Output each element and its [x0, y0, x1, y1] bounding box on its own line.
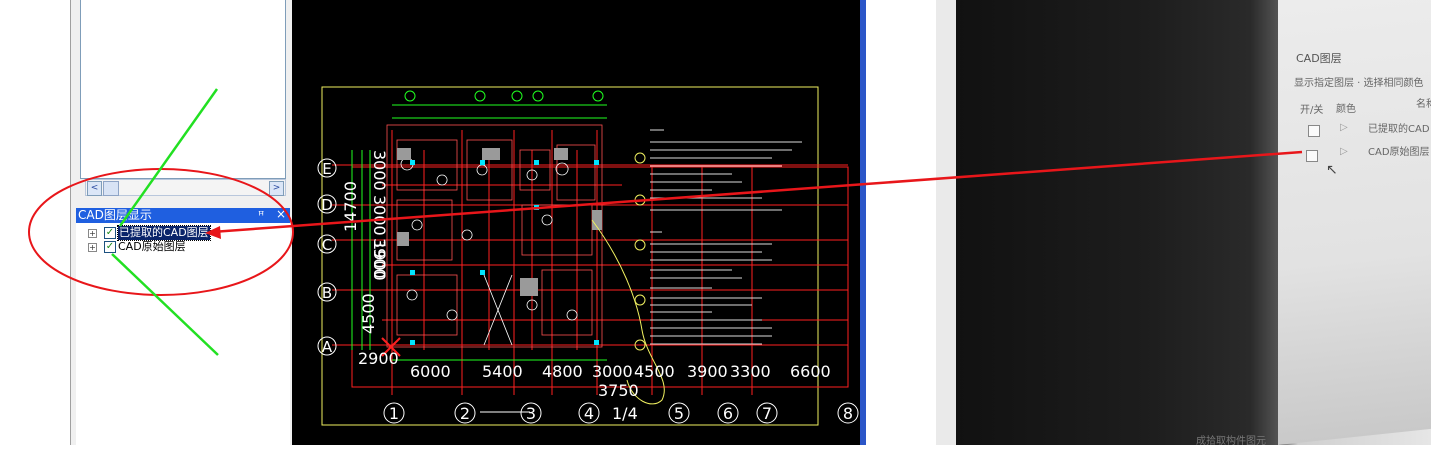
top-axis-bubbles [404, 90, 604, 102]
mouse-cursor-icon: ↖ [1326, 162, 1338, 178]
col-number: 6 [723, 404, 733, 423]
dim-text: 14700 [341, 181, 360, 232]
photo-arrow-icon: ▷ [1340, 122, 1348, 133]
cad-drawing: E D C B A 1 2 3 4 5 6 7 8 6000 5400 4800 [317, 86, 859, 426]
row-label: D [321, 196, 333, 214]
dim-text: 3900 [687, 362, 728, 381]
upper-list-box[interactable] [80, 0, 286, 179]
blank-strip [936, 0, 956, 445]
col-number: 7 [762, 404, 772, 423]
horizontal-scrollbar[interactable]: < > [85, 179, 286, 196]
dim-text: 1/4 [612, 404, 638, 423]
col-number: 3 [526, 404, 536, 423]
dim-text: 4800 [542, 362, 583, 381]
columns [397, 148, 602, 296]
col-number: 5 [674, 404, 684, 423]
photo-bottom-text: 成拾取构件图元 [1196, 436, 1266, 445]
col-number: 4 [584, 404, 594, 423]
dim-text: 2900 [358, 349, 399, 368]
photo-arrow-icon: ▷ [1340, 146, 1348, 157]
dim-text: 4500 [634, 362, 675, 381]
cyan-points [410, 160, 599, 345]
cad-viewport[interactable]: E D C B A 1 2 3 4 5 6 7 8 6000 5400 4800 [292, 0, 860, 445]
photo-checkbox [1306, 150, 1318, 162]
dim-text: 3300 [730, 362, 771, 381]
layer-checkbox-original[interactable]: ✓ [104, 241, 116, 253]
dim-text: 3000 [370, 195, 389, 236]
row-label: A [322, 338, 333, 356]
expand-icon[interactable]: + [88, 243, 97, 252]
photo-filter-text: 显示指定图层 · 选择相同颜色 [1294, 78, 1424, 89]
dim-text: 5400 [482, 362, 523, 381]
dim-text: 3000 [370, 150, 389, 191]
row-label: C [322, 236, 332, 254]
blank-area [866, 0, 936, 445]
pin-icon[interactable]: ꟸ [258, 208, 264, 223]
stair-cross [483, 274, 513, 346]
photo-col-toggle: 开/关 [1300, 105, 1324, 116]
photo-screen [1278, 0, 1431, 445]
photo-row: 已提取的CAD [1368, 124, 1430, 135]
photo-panel-title: CAD图层 [1296, 52, 1342, 65]
dim-text: 4500 [359, 293, 378, 334]
scroll-right-button[interactable]: > [269, 181, 284, 196]
monitor-photo: CAD图层 显示指定图层 · 选择相同颜色 开/关 颜色 名称 ▷ 已提取的CA… [956, 0, 1431, 445]
scroll-thumb[interactable] [103, 181, 119, 196]
layer-panel-title: CAD图层显示 [78, 208, 152, 222]
dim-text: 6600 [790, 362, 831, 381]
col-number: 2 [460, 404, 470, 423]
photo-checkbox [1308, 125, 1320, 137]
photo-col-name: 名称 [1416, 99, 1431, 110]
row-label: B [322, 284, 332, 302]
col-number: 8 [843, 404, 853, 423]
photo-row: CAD原始图层 [1368, 147, 1430, 158]
layer-item-label: 已提取的CAD图层 [117, 225, 211, 241]
row-label: E [322, 160, 331, 178]
layer-panel-titlebar: CAD图层显示 ꟸ × [76, 207, 290, 223]
dim-text: 3750 [598, 381, 639, 400]
layer-item-label: CAD原始图层 [118, 240, 186, 253]
notes-block [650, 129, 802, 345]
layer-checkbox-extracted[interactable]: ✓ [104, 227, 116, 239]
dim-text: 3000 [592, 362, 633, 381]
expand-icon[interactable]: + [88, 229, 97, 238]
scroll-left-button[interactable]: < [87, 181, 102, 196]
layer-tree: + ✓ 已提取的CAD图层 + ✓ CAD原始图层 [76, 223, 290, 445]
dimension-lines [351, 104, 607, 361]
grid-vertical [391, 130, 753, 395]
col-number: 1 [389, 404, 399, 423]
row-labels: E D C B A [317, 158, 337, 356]
photo-col-color: 颜色 [1336, 104, 1356, 115]
dim-text: 6000 [410, 362, 451, 381]
close-icon[interactable]: × [276, 207, 286, 222]
dim-text: 1900 [370, 240, 389, 281]
